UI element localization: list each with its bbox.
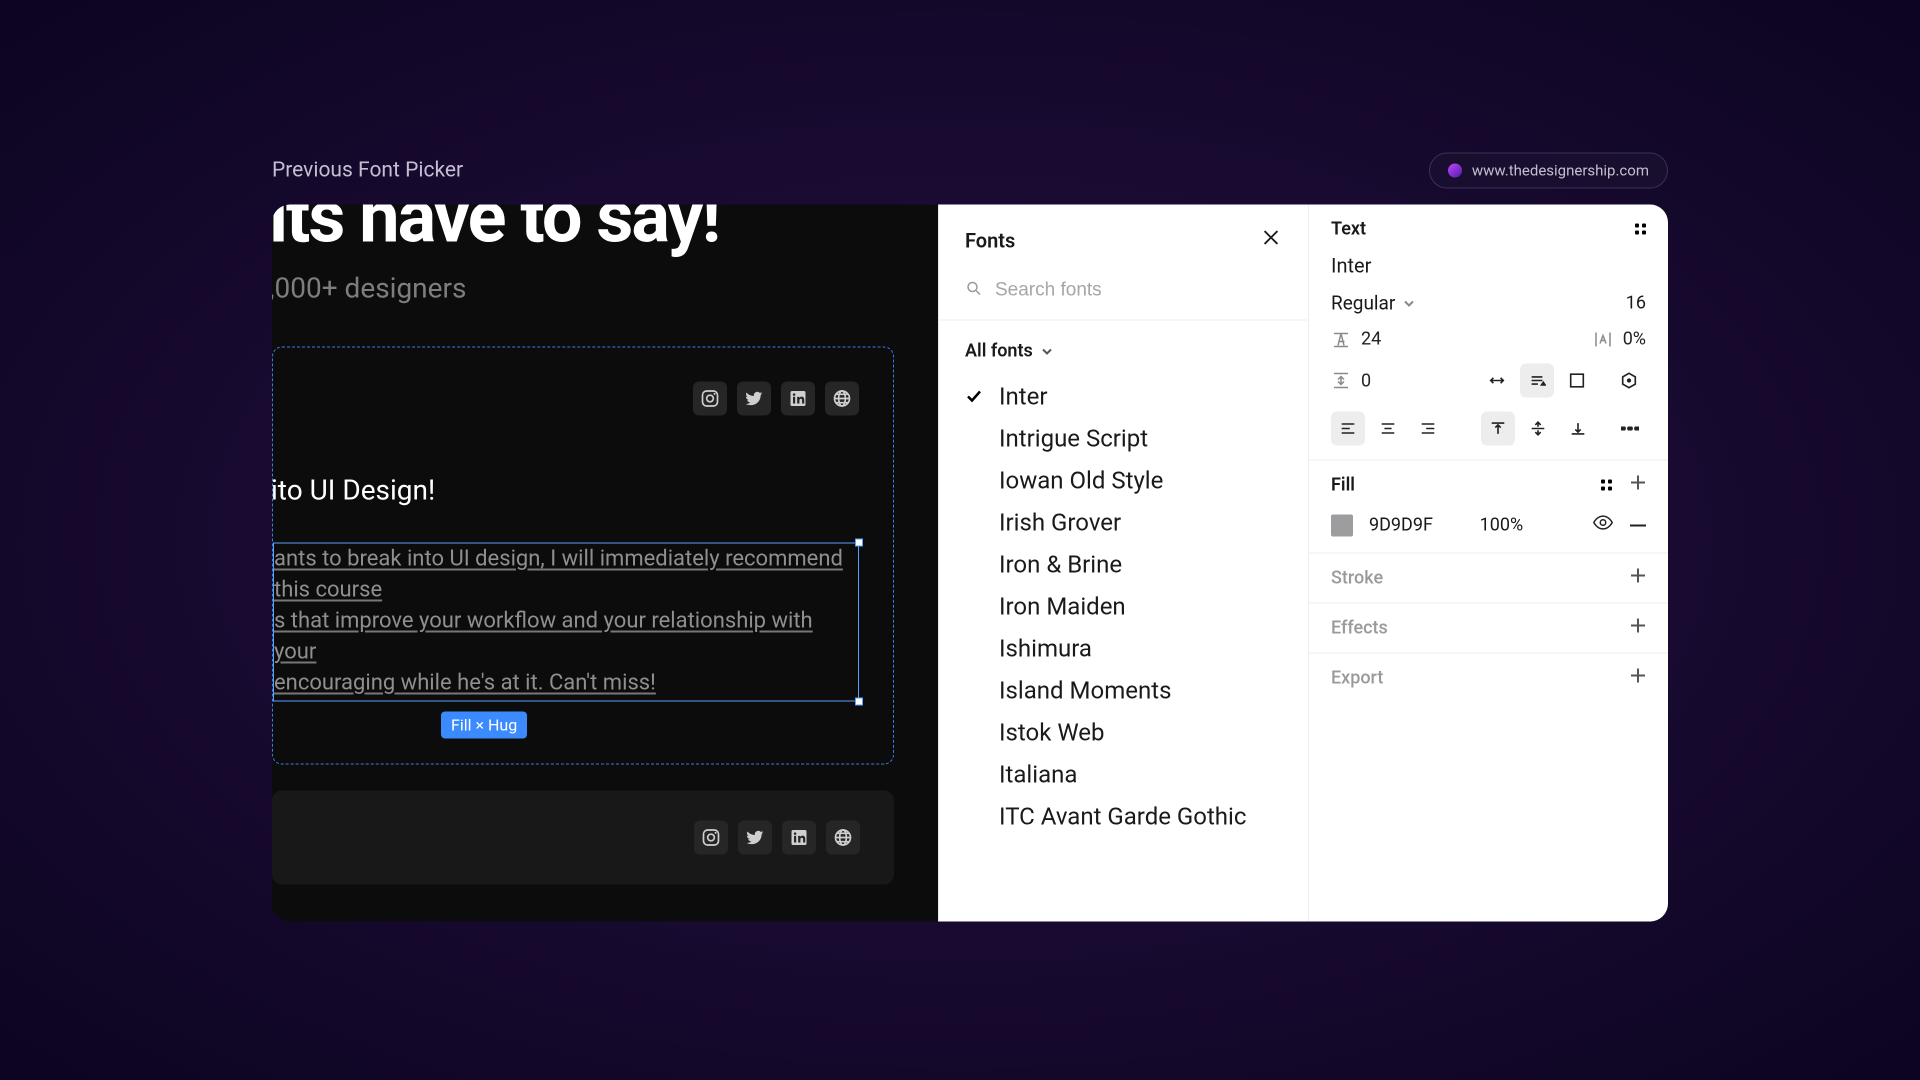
auto-height-icon[interactable] <box>1520 364 1554 398</box>
font-name: Irish Grover <box>999 509 1121 537</box>
fonts-search[interactable] <box>939 272 1308 321</box>
check-icon <box>965 389 983 405</box>
export-section-title[interactable]: Export <box>1331 668 1383 689</box>
font-name: Inter <box>999 383 1048 411</box>
selected-text-layer[interactable]: ants to break into UI design, I will imm… <box>273 543 859 702</box>
twitter-icon[interactable] <box>737 382 771 416</box>
font-name: Iron & Brine <box>999 551 1122 579</box>
design-canvas[interactable]: its have to say! ,000+ designers ito UI … <box>272 205 938 922</box>
remove-fill-icon[interactable] <box>1630 524 1646 526</box>
resize-handle-icon[interactable] <box>855 698 863 706</box>
font-name: Istok Web <box>999 719 1104 747</box>
align-right-icon[interactable] <box>1411 412 1445 446</box>
inspector-panel: Text Inter Regular 16 <box>1308 205 1668 922</box>
valign-bottom-icon[interactable] <box>1561 412 1595 446</box>
font-list-item[interactable]: Italiana <box>965 754 1282 796</box>
card-heading: ito UI Design! <box>272 474 859 507</box>
font-name: ITC Avant Garde Gothic <box>999 803 1246 831</box>
add-effect-icon[interactable] <box>1630 618 1646 639</box>
social-row <box>273 382 859 416</box>
letter-spacing-field[interactable]: 0% <box>1593 329 1646 350</box>
font-size-field[interactable]: 16 <box>1626 293 1646 314</box>
text-line: s that improve your workflow and your re… <box>274 606 858 668</box>
fonts-filter[interactable]: All fonts <box>939 321 1308 372</box>
text-line: ants to break into UI design, I will imm… <box>274 544 858 606</box>
font-list-item[interactable]: Intrigue Script <box>965 418 1282 460</box>
font-name: Island Moments <box>999 677 1171 705</box>
font-list-item[interactable]: Island Moments <box>965 670 1282 712</box>
four-dots-icon[interactable] <box>1635 224 1646 235</box>
paragraph-spacing-field[interactable]: 0 <box>1331 370 1371 391</box>
font-list-item[interactable]: Iowan Old Style <box>965 460 1282 502</box>
font-family-field[interactable]: Inter <box>1331 254 1371 278</box>
fill-hex[interactable]: 9D9D9F <box>1369 515 1433 536</box>
autolayout-badge: Fill × Hug <box>441 712 527 739</box>
valign-top-icon[interactable] <box>1481 412 1515 446</box>
line-height-field[interactable]: 24 <box>1331 329 1381 350</box>
instagram-icon[interactable] <box>693 382 727 416</box>
instagram-icon[interactable] <box>694 821 728 855</box>
canvas-heading: its have to say! <box>272 205 938 260</box>
fonts-list[interactable]: Inter Intrigue Script Iowan Old Style Irish… <box>939 372 1308 842</box>
paragraph-spacing-icon <box>1331 371 1351 391</box>
fill-swatch[interactable] <box>1331 514 1353 536</box>
linkedin-icon[interactable] <box>782 821 816 855</box>
brand-dot-icon <box>1448 164 1462 178</box>
font-list-item[interactable]: Irish Grover <box>965 502 1282 544</box>
add-fill-icon[interactable] <box>1630 475 1646 496</box>
more-icon[interactable] <box>1613 412 1646 446</box>
globe-icon[interactable] <box>825 382 859 416</box>
close-icon[interactable] <box>1260 227 1282 254</box>
type-settings-icon[interactable] <box>1612 364 1646 398</box>
font-list-item[interactable]: Iron Maiden <box>965 586 1282 628</box>
fonts-panel: Fonts All fonts Inter Intrigue Script Iowa… <box>938 205 1308 922</box>
search-icon <box>965 280 983 302</box>
add-stroke-icon[interactable] <box>1630 568 1646 589</box>
line-height-icon <box>1331 329 1351 349</box>
text-line: encouraging while he's at it. Can't miss… <box>274 668 858 699</box>
social-row <box>272 821 860 855</box>
auto-width-icon[interactable] <box>1480 364 1514 398</box>
site-pill[interactable]: www.thedesignership.com <box>1429 153 1668 189</box>
font-list-item[interactable]: Istok Web <box>965 712 1282 754</box>
page-title: Previous Font Picker <box>272 159 463 183</box>
align-left-icon[interactable] <box>1331 412 1365 446</box>
twitter-icon[interactable] <box>738 821 772 855</box>
testimonial-card[interactable] <box>272 791 894 885</box>
font-name: Iron Maiden <box>999 593 1126 621</box>
font-name: Iowan Old Style <box>999 467 1163 495</box>
app-board: its have to say! ,000+ designers ito UI … <box>272 205 1668 922</box>
stroke-section-title[interactable]: Stroke <box>1331 568 1383 589</box>
letter-spacing-icon <box>1593 329 1613 349</box>
font-list-item[interactable]: Inter <box>965 376 1282 418</box>
fixed-size-icon[interactable] <box>1560 364 1594 398</box>
testimonial-card-selected[interactable]: ito UI Design! ants to break into UI des… <box>272 347 894 765</box>
globe-icon[interactable] <box>826 821 860 855</box>
font-weight-dropdown[interactable]: Regular <box>1331 292 1415 315</box>
add-export-icon[interactable] <box>1630 668 1646 689</box>
font-list-item[interactable]: ITC Avant Garde Gothic <box>965 796 1282 838</box>
align-center-icon[interactable] <box>1371 412 1405 446</box>
chevron-down-icon <box>1403 297 1415 309</box>
eye-icon[interactable] <box>1592 512 1614 539</box>
resize-handle-icon[interactable] <box>855 539 863 547</box>
linkedin-icon[interactable] <box>781 382 815 416</box>
fonts-title: Fonts <box>965 228 1015 252</box>
font-name: Ishimura <box>999 635 1092 663</box>
font-name: Intrigue Script <box>999 425 1148 453</box>
four-dots-icon[interactable] <box>1601 480 1612 491</box>
text-section-title: Text <box>1331 219 1366 240</box>
site-url: www.thedesignership.com <box>1472 162 1649 180</box>
effects-section-title[interactable]: Effects <box>1331 618 1388 639</box>
valign-middle-icon[interactable] <box>1521 412 1555 446</box>
font-list-item[interactable]: Ishimura <box>965 628 1282 670</box>
filter-label: All fonts <box>965 341 1033 362</box>
canvas-subheading: ,000+ designers <box>272 272 938 305</box>
chevron-down-icon <box>1041 345 1053 357</box>
search-input[interactable] <box>995 280 1282 302</box>
font-list-item[interactable]: Iron & Brine <box>965 544 1282 586</box>
fill-opacity[interactable]: 100% <box>1480 515 1524 536</box>
fill-section-title: Fill <box>1331 475 1355 496</box>
font-name: Italiana <box>999 761 1077 789</box>
